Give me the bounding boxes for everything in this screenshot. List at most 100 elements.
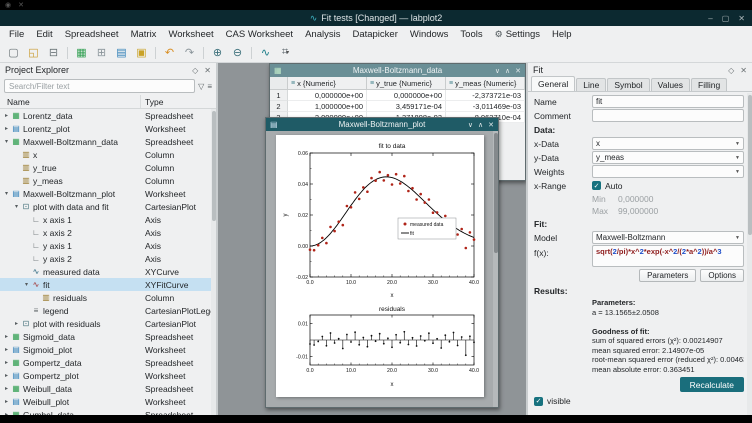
tree-expander-icon[interactable]: ▾ xyxy=(2,190,11,197)
column-header-y-meas[interactable]: ≡y_meas {Numeric} xyxy=(446,77,525,90)
tree-item-measured-data[interactable]: ∿measured dataXYCurve xyxy=(0,265,216,278)
float-dock-icon[interactable]: ◇ xyxy=(728,66,734,75)
tree-item-gompertz-plot[interactable]: ▸▤Gompertz_plotWorksheet xyxy=(0,369,216,382)
tree-item-maxwell-boltzmann-plot[interactable]: ▾▤Maxwell-Boltzmann_plotWorksheet xyxy=(0,187,216,200)
column-header-x[interactable]: ≡x {Numeric} xyxy=(288,77,367,90)
menu-matrix[interactable]: Matrix xyxy=(125,26,163,43)
spreadsheet-window-titlebar[interactable]: ▦ Maxwell-Boltzmann_data ∨∧✕ xyxy=(270,64,525,77)
tree-item-fit[interactable]: ▾∿fitXYFitCurve xyxy=(0,278,216,291)
filter-options-icon[interactable]: ≡ xyxy=(207,82,212,91)
tree-expander-icon[interactable]: ▸ xyxy=(12,320,21,327)
tree-item-x[interactable]: ▥xColumn xyxy=(0,148,216,161)
menu-datapicker[interactable]: Datapicker xyxy=(346,26,403,43)
row-number[interactable]: 1 xyxy=(270,90,288,101)
zoom-out-button[interactable]: ⊖ xyxy=(228,44,247,61)
new-note-button[interactable]: ▣ xyxy=(132,44,151,61)
cartesian-plot-button[interactable]: ∿ xyxy=(256,44,275,61)
new-worksheet-button[interactable]: ▤ xyxy=(112,44,131,61)
search-input[interactable] xyxy=(4,79,195,93)
spreadsheet-cell[interactable]: 0,000000e+00 xyxy=(288,90,367,101)
tree-item-residuals[interactable]: ▥residualsColumn xyxy=(0,291,216,304)
tree-item-y-true[interactable]: ▥y_trueColumn xyxy=(0,161,216,174)
tree-item-plot-with-data-and-fit[interactable]: ▾⊡plot with data and fitCartesianPlot xyxy=(0,200,216,213)
recalculate-button[interactable]: Recalculate xyxy=(680,377,744,392)
tree-item-sigmoid-data[interactable]: ▸▦Sigmoid_dataSpreadsheet xyxy=(0,330,216,343)
auto-checkbox[interactable]: ✓ xyxy=(592,181,601,190)
redo-button[interactable]: ↷ xyxy=(180,44,199,61)
new-spreadsheet-button[interactable]: ▦ xyxy=(72,44,91,61)
column-header-type[interactable]: Type xyxy=(141,97,216,107)
options-button[interactable]: Options xyxy=(700,269,744,282)
window-titlebar[interactable]: ∿ Fit tests [Changed] — labplot2 –▢✕ xyxy=(0,10,752,26)
save-project-button[interactable]: ⊟ xyxy=(44,44,63,61)
menu-settings[interactable]: ⚙Settings xyxy=(489,26,546,43)
close-icon[interactable]: ✕ xyxy=(515,67,521,75)
tree-item-x-axis-1[interactable]: ∟x axis 1Axis xyxy=(0,213,216,226)
tree-item-x-axis-2[interactable]: ∟x axis 2Axis xyxy=(0,226,216,239)
formula-field[interactable]: sqrt(2/pi)*x^2*exp(-x^2/(2*a^2))/a^3 xyxy=(592,245,744,267)
worksheet-view[interactable]: fit to data0.010.020.030.040.0-0.020.000… xyxy=(266,131,498,407)
tree-expander-icon[interactable]: ▸ xyxy=(2,125,11,132)
tree-expander-icon[interactable]: ▸ xyxy=(2,372,11,379)
fit-plot[interactable]: fit to data0.010.020.030.040.0-0.020.000… xyxy=(280,139,480,303)
tree-expander-icon[interactable]: ▸ xyxy=(2,112,11,119)
tree-item-gumbel-data[interactable]: ▸▦Gumbel_dataSpreadsheet xyxy=(0,408,216,415)
close-icon[interactable]: ✕ xyxy=(738,14,745,23)
menu-tools[interactable]: Tools xyxy=(454,26,488,43)
menu-cas-worksheet[interactable]: CAS Worksheet xyxy=(220,26,299,43)
tree-expander-icon[interactable]: ▾ xyxy=(2,138,11,145)
minimize-icon[interactable]: – xyxy=(708,14,712,23)
residuals-plot[interactable]: residuals0.010.020.030.040.00.01-0.01x xyxy=(280,303,480,391)
tree-expander-icon[interactable]: ▾ xyxy=(12,203,21,210)
weights-combobox[interactable]: ▼ xyxy=(592,165,744,178)
project-tree-scrollbar[interactable] xyxy=(211,109,216,415)
spreadsheet-cell[interactable]: -3,011469e-03 xyxy=(446,101,525,112)
menu-spreadsheet[interactable]: Spreadsheet xyxy=(59,26,125,43)
tree-item-weibull-plot[interactable]: ▸▤Weibull_plotWorksheet xyxy=(0,395,216,408)
column-header-y-true[interactable]: ≡y_true {Numeric} xyxy=(367,77,446,90)
menu-windows[interactable]: Windows xyxy=(404,26,455,43)
menu-help[interactable]: Help xyxy=(546,26,578,43)
tree-expander-icon[interactable]: ▸ xyxy=(2,385,11,392)
menu-file[interactable]: File xyxy=(3,26,30,43)
worksheet-window[interactable]: ▤ Maxwell-Boltzmann_plot ∨∧✕ fit to data… xyxy=(265,117,499,408)
tree-column-headers[interactable]: Name Type xyxy=(0,95,216,109)
tree-expander-icon[interactable]: ▸ xyxy=(2,398,11,405)
model-combobox[interactable]: Maxwell-Boltzmann ▼ xyxy=(592,231,744,244)
worksheet-scrollbar[interactable] xyxy=(493,131,498,407)
menu-worksheet[interactable]: Worksheet xyxy=(162,26,219,43)
tab-filling[interactable]: Filling xyxy=(691,78,727,91)
row-number[interactable]: 2 xyxy=(270,101,288,112)
tree-item-y-meas[interactable]: ▥y_measColumn xyxy=(0,174,216,187)
filter-icon[interactable]: ▽ xyxy=(198,82,204,91)
tree-item-y-axis-1[interactable]: ∟y axis 1Axis xyxy=(0,239,216,252)
close-icon[interactable]: ✕ xyxy=(488,121,494,129)
menu-analysis[interactable]: Analysis xyxy=(299,26,346,43)
spreadsheet-cell[interactable]: 0,000000e+00 xyxy=(367,90,446,101)
restore-icon[interactable]: ∧ xyxy=(478,121,483,129)
tree-expander-icon[interactable]: ▸ xyxy=(2,346,11,353)
zoom-in-button[interactable]: ⊕ xyxy=(208,44,227,61)
tree-expander-icon[interactable]: ▾ xyxy=(22,281,31,288)
comment-field[interactable] xyxy=(592,109,744,122)
y-data-combobox[interactable]: y_meas ▼ xyxy=(592,151,744,164)
fit-dock-scrollbar[interactable] xyxy=(747,93,752,415)
visible-checkbox[interactable]: ✓ xyxy=(534,397,543,406)
tree-item-lorentz-plot[interactable]: ▸▤Lorentz_plotWorksheet xyxy=(0,122,216,135)
spreadsheet-corner[interactable] xyxy=(270,77,288,90)
column-header-name[interactable]: Name xyxy=(0,95,141,108)
tab-symbol[interactable]: Symbol xyxy=(607,78,649,91)
tree-item-gompertz-data[interactable]: ▸▦Gompertz_dataSpreadsheet xyxy=(0,356,216,369)
shade-icon[interactable]: ∨ xyxy=(495,67,500,75)
menu-edit[interactable]: Edit xyxy=(30,26,58,43)
new-project-button[interactable]: ▢ xyxy=(4,44,23,61)
worksheet-page[interactable]: fit to data0.010.020.030.040.0-0.020.000… xyxy=(276,135,484,397)
close-dock-icon[interactable]: ✕ xyxy=(204,66,211,75)
tab-line[interactable]: Line xyxy=(576,78,606,91)
tree-item-sigmoid-plot[interactable]: ▸▤Sigmoid_plotWorksheet xyxy=(0,343,216,356)
worksheet-window-titlebar[interactable]: ▤ Maxwell-Boltzmann_plot ∨∧✕ xyxy=(266,118,498,131)
x-data-combobox[interactable]: x ▼ xyxy=(592,137,744,150)
name-field[interactable] xyxy=(592,95,744,108)
spreadsheet-cell[interactable]: -2,373721e-03 xyxy=(446,90,525,101)
tree-expander-icon[interactable]: ▸ xyxy=(2,359,11,366)
